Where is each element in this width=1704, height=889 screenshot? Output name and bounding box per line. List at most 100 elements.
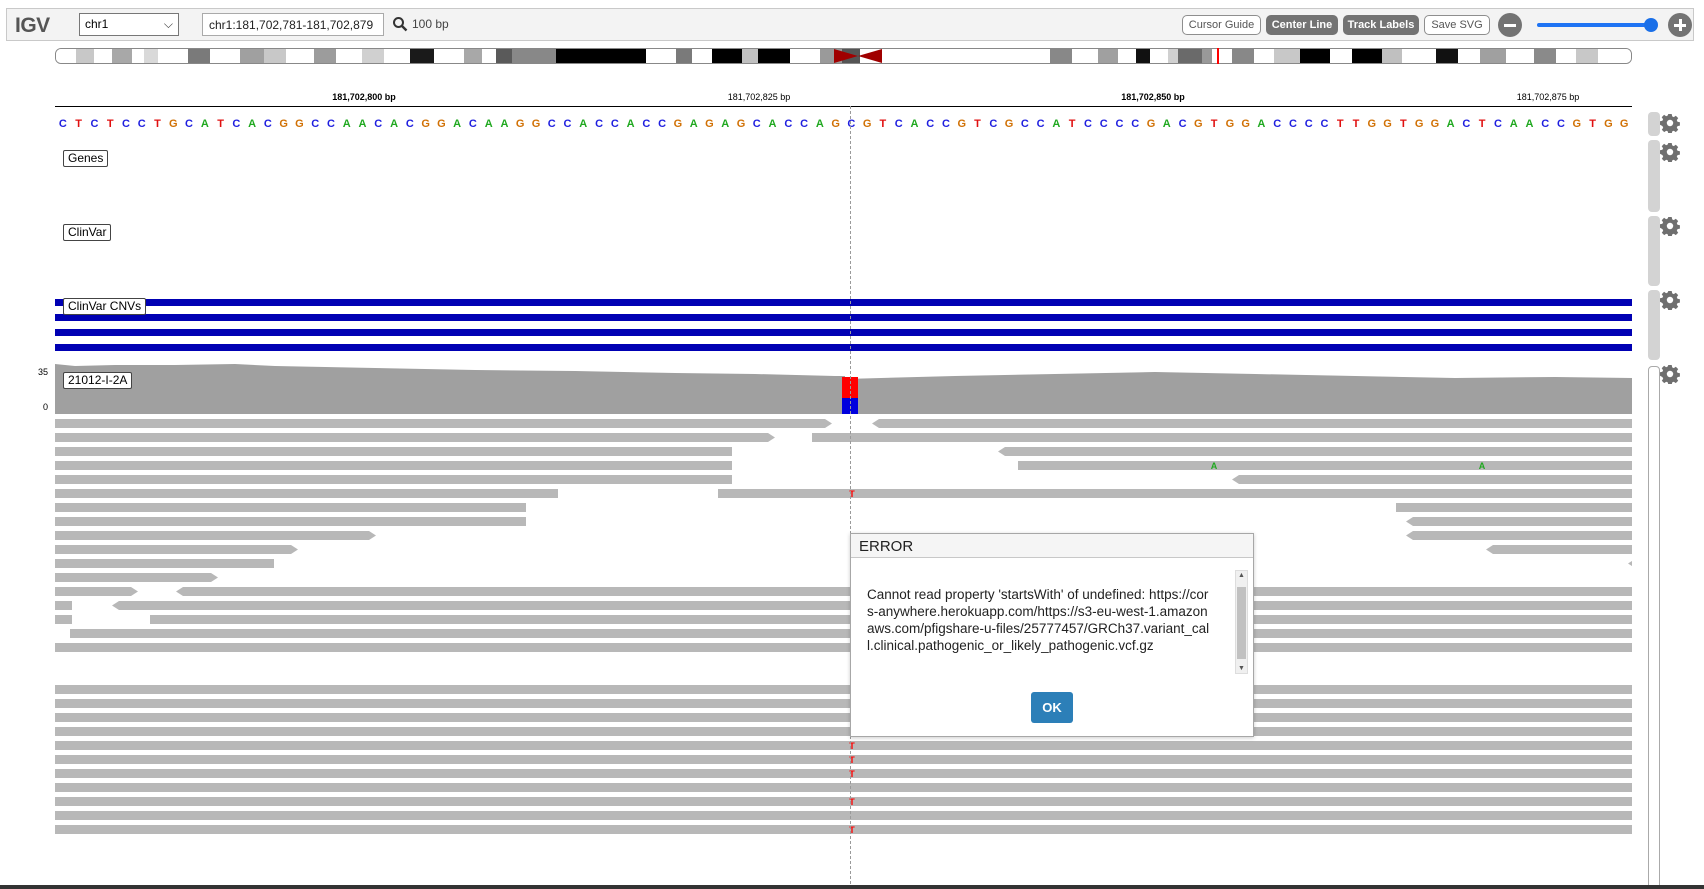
alignment-read[interactable] <box>55 475 732 484</box>
zoom-slider[interactable] <box>1537 18 1658 32</box>
track-scrollbar[interactable] <box>1648 140 1660 212</box>
ideogram-band <box>1232 49 1254 63</box>
track-scrollbar[interactable] <box>1648 290 1660 360</box>
alignment-read[interactable] <box>1396 503 1632 512</box>
ideogram-band <box>758 49 790 63</box>
clinvar-cnv-feature[interactable] <box>55 329 1632 336</box>
ideogram-band <box>210 49 240 63</box>
alignment-read[interactable] <box>1406 517 1632 526</box>
error-dialog: ERROR Cannot read property 'startsWith' … <box>850 533 1254 737</box>
scroll-down-icon[interactable]: ▼ <box>1238 665 1245 672</box>
center-line-button[interactable]: Center Line <box>1266 15 1338 35</box>
alignment-read[interactable] <box>55 643 1632 652</box>
gear-icon[interactable] <box>1660 142 1680 162</box>
error-dialog-message: Cannot read property 'startsWith' of und… <box>867 587 1210 653</box>
cursor-guide-button[interactable]: Cursor Guide <box>1182 15 1261 35</box>
sequence-base: G <box>1619 118 1629 130</box>
error-dialog-scroll-thumb[interactable] <box>1237 587 1246 659</box>
alignment-read[interactable] <box>1232 475 1632 484</box>
alignment-read[interactable] <box>55 601 72 610</box>
ideogram-band <box>1330 49 1352 63</box>
coverage-min-label: 0 <box>43 402 49 412</box>
gear-icon[interactable] <box>1660 290 1680 310</box>
ideogram-band <box>1212 49 1232 63</box>
alignment-read[interactable] <box>55 489 558 498</box>
alignment-read[interactable] <box>55 531 376 540</box>
ideogram-band <box>1458 49 1480 63</box>
alignment-read[interactable] <box>55 517 526 526</box>
gear-icon[interactable] <box>1660 364 1680 384</box>
alignment-read[interactable] <box>872 419 1632 428</box>
zoom-slider-thumb[interactable] <box>1644 18 1658 32</box>
alignment-read[interactable] <box>55 713 1632 722</box>
ideogram-band <box>646 49 676 63</box>
ideogram-band <box>1352 49 1382 63</box>
alignment-read[interactable] <box>1486 545 1632 554</box>
ideogram-band <box>1598 49 1631 63</box>
track-scrollbar[interactable] <box>1648 216 1660 286</box>
ideogram-band <box>112 49 132 63</box>
alignment-read[interactable] <box>55 615 72 624</box>
alignment-read[interactable] <box>55 573 218 582</box>
alignment-read[interactable] <box>55 503 526 512</box>
track-labels-button[interactable]: Track Labels <box>1343 15 1419 35</box>
ideogram-band <box>286 49 314 63</box>
read-mismatch-base: A <box>1210 461 1218 471</box>
igv-logo: IGV <box>15 14 50 37</box>
clinvar-cnv-feature[interactable] <box>55 344 1632 351</box>
ideogram-band <box>56 49 76 63</box>
zoom-out-icon[interactable] <box>1498 13 1522 37</box>
gear-icon[interactable] <box>1660 216 1680 236</box>
ideogram-band <box>434 49 464 63</box>
alignment-read[interactable] <box>55 685 1632 694</box>
alignment-read[interactable] <box>1628 559 1632 568</box>
zoom-in-icon[interactable] <box>1668 13 1692 37</box>
clinvar-cnv-feature[interactable] <box>55 299 1632 306</box>
ideogram-band <box>264 49 286 63</box>
error-dialog-scrollbar[interactable]: ▲ ▼ <box>1235 570 1248 674</box>
track-scrollbar[interactable] <box>1648 112 1660 136</box>
ideogram-band <box>496 49 512 63</box>
alignment-read[interactable] <box>55 433 775 442</box>
alignment-read[interactable] <box>1018 461 1632 470</box>
alignment-scrollbar[interactable] <box>1648 366 1660 889</box>
chromosome-ideogram[interactable] <box>55 48 1632 64</box>
alignment-read[interactable] <box>55 419 832 428</box>
ruler-tick-label: 181,702,850 bp <box>1121 92 1185 102</box>
alignment-read[interactable] <box>55 825 1632 834</box>
ideogram-band <box>1050 49 1072 63</box>
search-icon[interactable] <box>392 16 408 32</box>
gear-icon[interactable] <box>1660 113 1680 133</box>
ideogram-band <box>384 49 410 63</box>
alignment-read[interactable] <box>55 461 732 470</box>
alignment-read[interactable] <box>55 741 1632 750</box>
alignment-read[interactable] <box>55 769 1632 778</box>
ideogram-band <box>1118 49 1136 63</box>
alignment-read[interactable] <box>812 433 1632 442</box>
alignment-read[interactable] <box>998 447 1632 456</box>
save-svg-button[interactable]: Save SVG <box>1424 15 1490 35</box>
locus-search-input[interactable]: chr1:181,702,781-181,702,879 <box>202 13 384 36</box>
ruler-axis <box>55 106 1632 107</box>
alignment-read[interactable] <box>55 447 732 456</box>
ideogram-band <box>362 49 384 63</box>
ideogram-band <box>1436 49 1458 63</box>
ideogram-band <box>950 49 970 63</box>
alignment-read[interactable] <box>1406 531 1632 540</box>
alignment-read[interactable] <box>55 797 1632 806</box>
chromosome-select[interactable]: chr1 ⌵ <box>79 13 179 36</box>
alignment-read[interactable] <box>55 559 274 568</box>
ok-button[interactable]: OK <box>1031 692 1073 723</box>
ideogram-current-region-marker <box>1217 48 1219 64</box>
clinvar-cnv-feature[interactable] <box>55 314 1632 321</box>
scroll-up-icon[interactable]: ▲ <box>1238 572 1245 579</box>
coverage-track[interactable] <box>55 364 1632 414</box>
alignment-read[interactable] <box>55 545 298 554</box>
alignment-read[interactable] <box>55 811 1632 820</box>
alignment-read[interactable] <box>55 783 1632 792</box>
alignment-read[interactable] <box>55 587 138 596</box>
ideogram-band <box>1576 49 1598 63</box>
alignment-read[interactable] <box>55 727 1632 736</box>
alignment-read[interactable] <box>55 755 1632 764</box>
alignment-read[interactable] <box>55 699 1632 708</box>
